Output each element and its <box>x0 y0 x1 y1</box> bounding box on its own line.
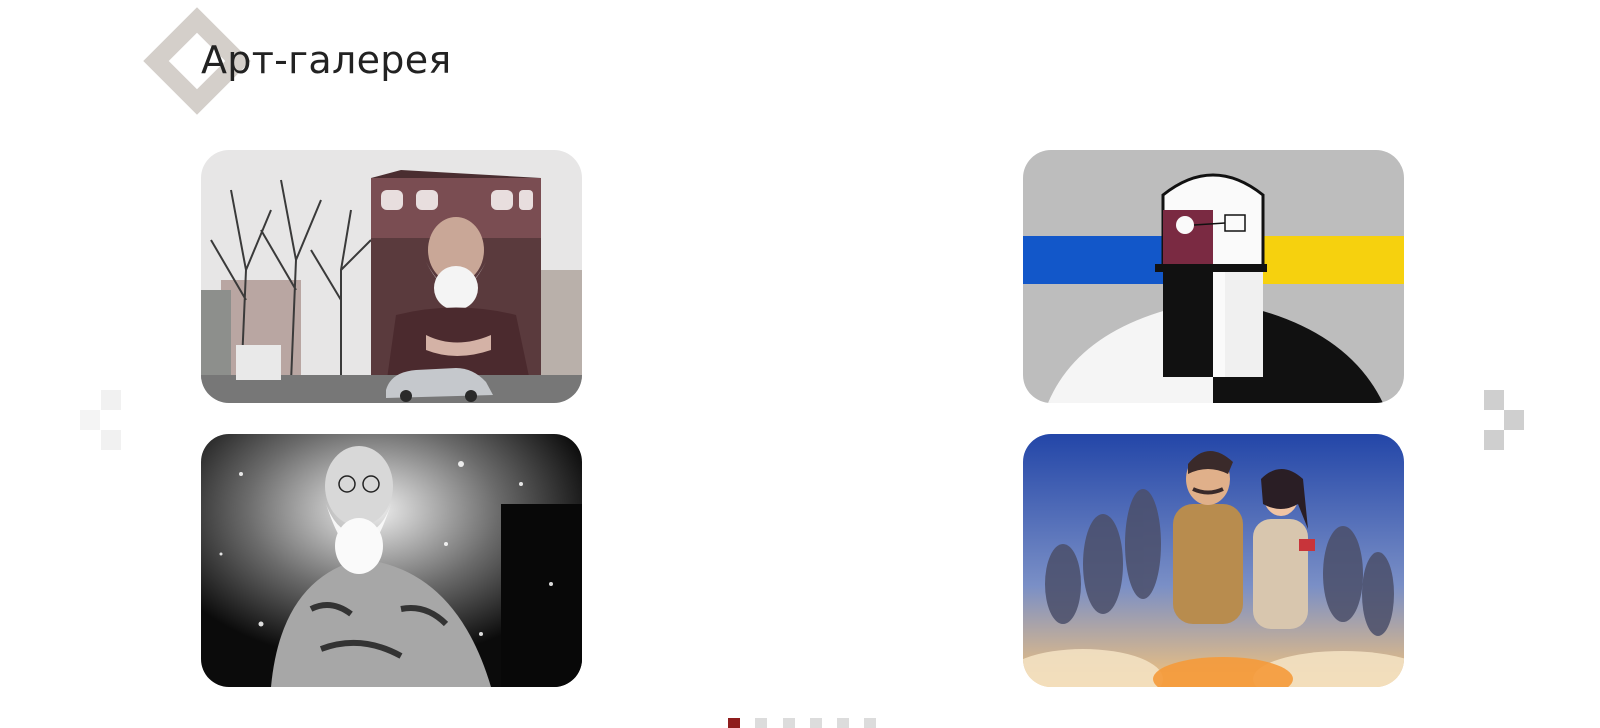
pager-dot-1[interactable] <box>728 718 740 728</box>
arrow-pixel <box>1484 430 1504 450</box>
pager-dot-2[interactable] <box>755 718 767 728</box>
next-slide-button[interactable] <box>1484 390 1526 450</box>
arrow-pixel <box>1504 410 1524 430</box>
page-title: Арт-галерея <box>201 38 452 82</box>
gallery-image-suprematist-figure[interactable] <box>1023 150 1404 403</box>
arrow-pixel <box>80 410 100 430</box>
suprematist-image <box>1023 150 1404 403</box>
chevron-right-pixel-icon <box>1484 390 1504 410</box>
bw-portrait-image <box>201 434 582 687</box>
warriors-illustration <box>1023 434 1404 687</box>
chevron-left-pixel-icon <box>101 390 121 410</box>
pager-dot-4[interactable] <box>810 718 822 728</box>
pager-dot-6[interactable] <box>864 718 876 728</box>
gallery-image-mural-bearded-man[interactable] <box>201 150 582 403</box>
pager-dot-3[interactable] <box>783 718 795 728</box>
gallery-image-tattooed-old-man[interactable] <box>201 434 582 687</box>
pager-dot-5[interactable] <box>837 718 849 728</box>
prev-slide-button[interactable] <box>80 390 122 450</box>
mural-image <box>201 150 582 403</box>
arrow-pixel <box>101 430 121 450</box>
gallery-image-illustrated-warriors[interactable] <box>1023 434 1404 687</box>
